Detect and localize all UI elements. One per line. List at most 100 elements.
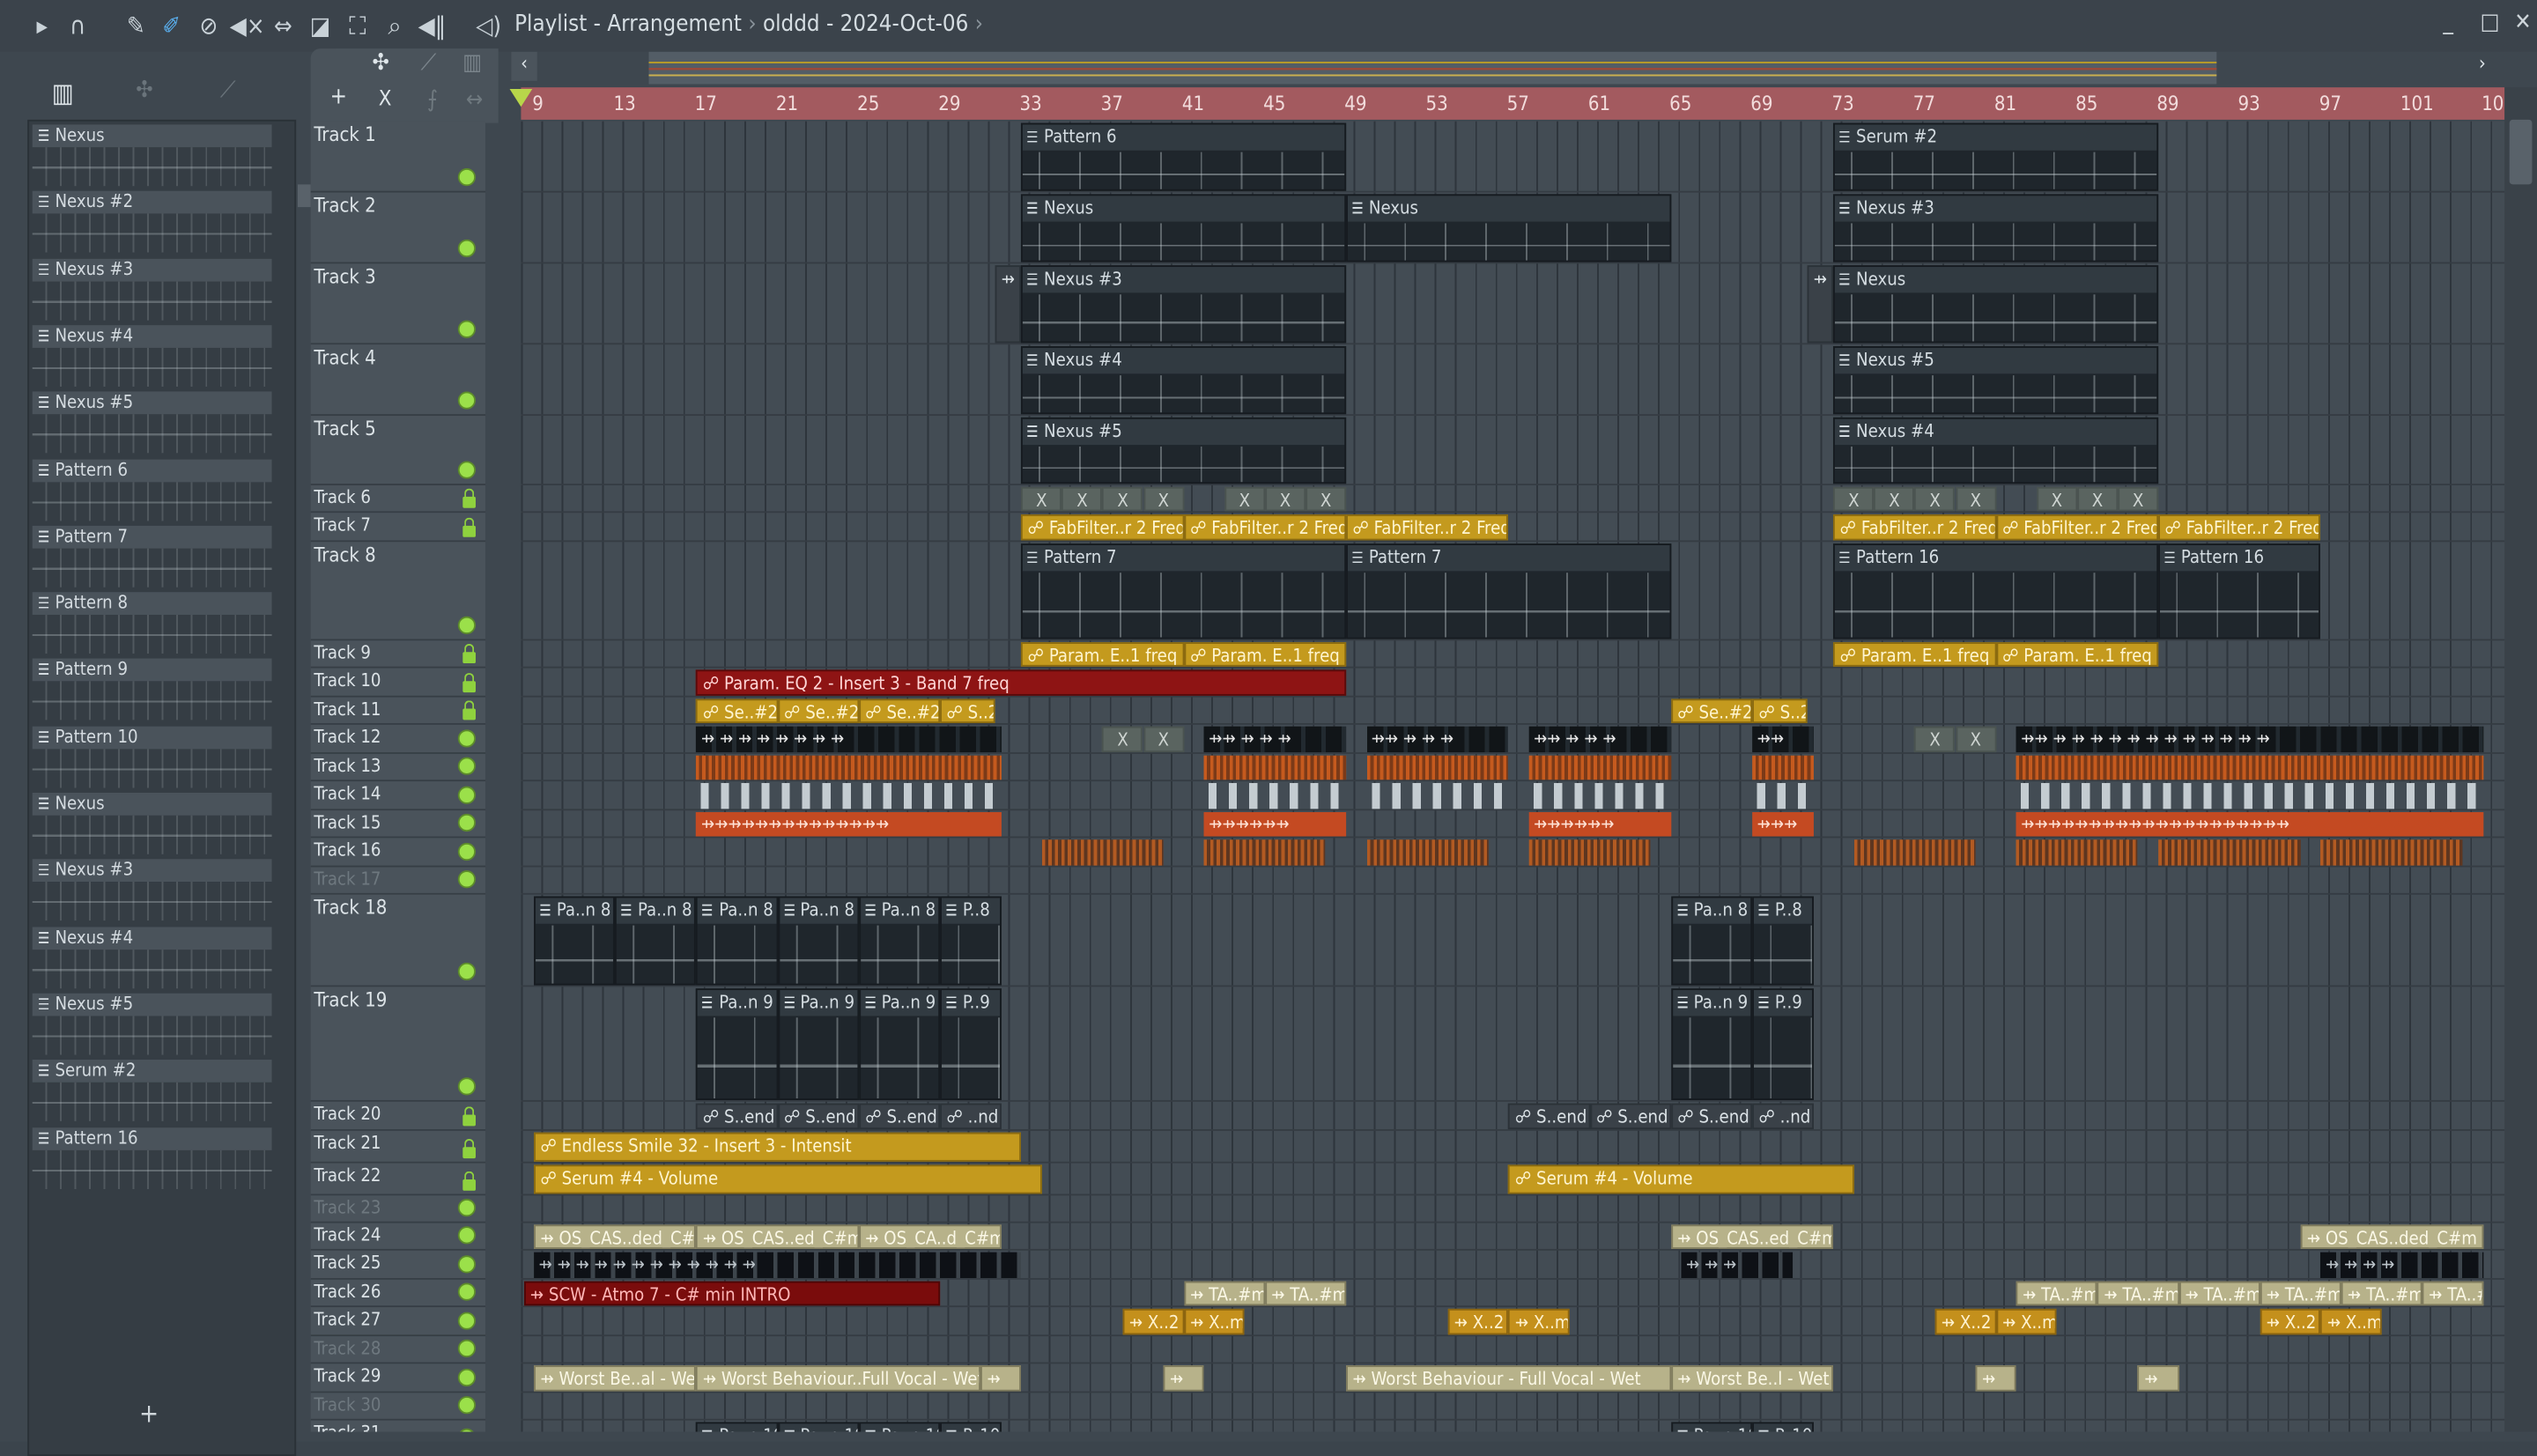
clip-ghost[interactable]: X — [2076, 486, 2119, 512]
clip-audio[interactable]: ⇸ TA..#m — [2422, 1281, 2483, 1306]
picker-item[interactable]: Pattern 9 — [32, 659, 272, 723]
clip-pattern[interactable]: Pa..n 8 — [696, 896, 778, 986]
vertical-scrollbar[interactable] — [2504, 87, 2537, 1432]
clip-orange[interactable] — [1203, 755, 1347, 780]
clip-auto[interactable]: ☍ Param. E..1 freq — [1183, 642, 1347, 667]
clip-hits[interactable]: ⇸ ⇸ ⇸ ⇸ ⇸ ⇸ ⇸ ⇸ — [696, 726, 1002, 753]
clip-pattern[interactable]: P..8 — [940, 896, 1002, 986]
clip-auto[interactable]: ☍ FabFilter..r 2 Freq — [1833, 514, 1996, 541]
clip-ghost[interactable]: X — [1914, 726, 1956, 753]
track-enable-led[interactable] — [457, 461, 476, 479]
clip-redhits[interactable]: ⇸⇸⇸⇸⇸⇸⇸⇸⇸⇸⇸⇸⇸⇸⇸⇸⇸⇸⇸⇸ — [2016, 812, 2483, 837]
picker-item[interactable]: Nexus #3 — [32, 859, 272, 924]
clip-pills[interactable] — [696, 782, 1002, 809]
picker-item[interactable]: Pattern 10 — [32, 726, 272, 790]
clip-stripe[interactable] — [1528, 839, 1651, 866]
track-header[interactable]: Track 7 — [310, 513, 486, 543]
stretch-icon[interactable]: ↔ — [466, 87, 483, 113]
scrollbar-thumb[interactable] — [2509, 119, 2533, 185]
clip-pattern[interactable]: Pa..n 10 — [777, 1422, 859, 1432]
clip-audiogold[interactable]: ⇸ X..m — [1508, 1308, 1570, 1335]
clip-pattern[interactable]: Pattern 7 — [1346, 543, 1671, 639]
audio-wave-icon[interactable]: ✣ — [372, 50, 388, 76]
track-enable-led[interactable] — [457, 1368, 476, 1387]
clip-auto[interactable]: ☍ Param. E..1 freq — [1833, 642, 1996, 667]
clip-pattern[interactable]: Pa..n 8 — [777, 896, 859, 986]
track-enable-led[interactable] — [457, 757, 476, 775]
clip-slice[interactable]: ☍ ..nd — [1752, 1103, 1814, 1130]
track-enable-led[interactable] — [457, 391, 476, 410]
picker-item[interactable]: Pattern 6 — [32, 458, 272, 523]
clip-redhits[interactable]: ⇸⇸⇸ — [1752, 812, 1814, 837]
paint-brush-icon[interactable]: ✐ — [155, 11, 188, 41]
picker-item[interactable]: Nexus #5 — [32, 993, 272, 1058]
clip-redhits[interactable]: ⇸⇸⇸⇸⇸⇸⇸⇸⇸⇸⇸⇸⇸⇸ — [696, 812, 1002, 837]
clip-audiogold[interactable]: ⇸ X..2 — [2260, 1308, 2321, 1335]
track-header[interactable]: Track 29 — [310, 1364, 486, 1393]
track-header[interactable]: Track 30 — [310, 1393, 486, 1421]
track-header[interactable]: Track 6 — [310, 485, 486, 514]
clip-audiogold[interactable]: ⇸ X..2 — [1934, 1308, 1996, 1335]
track-header[interactable]: Track 16 — [310, 838, 486, 868]
pencil-icon[interactable]: ✎ — [120, 11, 152, 41]
playback-icon[interactable]: ◀‖ — [416, 11, 448, 41]
add-button[interactable]: + — [139, 1398, 159, 1429]
clip-audio[interactable]: ⇸ Worst Be..l - Wet — [1670, 1365, 1834, 1392]
mute-icon[interactable]: ◀× — [230, 11, 265, 41]
track-header[interactable]: Track 19 — [310, 987, 486, 1102]
maximize-button[interactable]: □ — [2481, 10, 2500, 35]
clip-hits[interactable]: ⇸⇸ — [1752, 726, 1814, 753]
clip-ghost[interactable]: X — [1102, 486, 1143, 512]
picker-item[interactable]: Pattern 7 — [32, 525, 272, 590]
minimize-button[interactable]: _ — [2443, 10, 2453, 35]
clip-audiored[interactable]: ⇸ SCW - Atmo 7 - C# min INTRO — [523, 1281, 941, 1306]
clip-slice[interactable]: ☍ S..end — [1589, 1103, 1671, 1130]
clip-ghost[interactable]: X — [1143, 726, 1184, 753]
clip-orange[interactable] — [2016, 755, 2483, 780]
clip-auto[interactable]: ☍ FabFilter..r 2 Freq — [1183, 514, 1347, 541]
clip-auto[interactable]: ☍ FabFilter..r 2 Freq — [2158, 514, 2321, 541]
clip-pattern[interactable]: Nexus #3 — [1021, 265, 1347, 344]
clip-pattern[interactable]: Pa..n 9 — [777, 988, 859, 1100]
track-enable-led[interactable] — [457, 1428, 476, 1432]
clip-audio[interactable]: ⇸ Worst Be..al - Wet — [534, 1365, 697, 1392]
track-lock-icon[interactable] — [462, 517, 476, 537]
clip-orange[interactable] — [1752, 755, 1814, 780]
clip-audio[interactable]: ⇸ OS_CA..d_C#m — [858, 1224, 1002, 1249]
track-header[interactable]: Track 20 — [310, 1101, 486, 1131]
track-header[interactable]: Track 11 — [310, 697, 486, 725]
timeline-ruler[interactable]: 9 13 17 21 25 29 33 37 41 45 49 53 57 61 65 69 73 77 81 85 8… — [521, 87, 2505, 120]
clip-auto[interactable]: ☍ Param. E..1 freq — [1021, 642, 1184, 667]
track-header[interactable]: Track 24 — [310, 1223, 486, 1251]
clip-audio[interactable]: ⇸ TA..#m — [2260, 1281, 2341, 1306]
speaker-icon[interactable]: ◁) — [472, 11, 505, 41]
track-header[interactable]: Track 27 — [310, 1307, 486, 1337]
track-header[interactable]: Track 26 — [310, 1279, 486, 1308]
clip-pattern[interactable]: Pa..n 10 — [1670, 1422, 1753, 1432]
clip-audio[interactable]: ⇸ OS_CAS..ded_C#m — [2300, 1224, 2483, 1249]
track-header[interactable]: Track 2 — [310, 192, 486, 264]
track-enable-led[interactable] — [457, 842, 476, 861]
track-header[interactable]: Track 22 — [310, 1163, 486, 1196]
clip-ghost[interactable]: X — [1955, 486, 1996, 512]
clip-blackaud[interactable]: ⇸ ⇸ ⇸ ⇸ — [2320, 1252, 2483, 1278]
track-header[interactable]: Track 28 — [310, 1336, 486, 1364]
clip-pattern[interactable]: Pa..n 9 — [1670, 988, 1753, 1100]
track-lock-icon[interactable] — [462, 644, 476, 664]
track-header[interactable]: Track 14 — [310, 781, 486, 811]
track-enable-led[interactable] — [457, 1255, 476, 1274]
track-header[interactable]: Track 25 — [310, 1250, 486, 1280]
clip-audio[interactable]: ⇸ OS_CAS..ded_C#m — [534, 1224, 697, 1249]
track-header[interactable]: Track 31 — [310, 1420, 486, 1432]
clip-blackaud[interactable]: ⇸ ⇸ ⇸ — [1681, 1252, 1794, 1278]
clip-stripe[interactable] — [2016, 839, 2139, 866]
clip-pills[interactable] — [2016, 782, 2483, 809]
automation-icon[interactable]: ⟋ — [421, 50, 437, 76]
picker-item[interactable]: Nexus #5 — [32, 391, 272, 456]
clip-pattern[interactable]: Pa..n 9 — [858, 988, 941, 1100]
clip-blackaud[interactable]: ⇸ ⇸ ⇸ ⇸ ⇸ ⇸ ⇸ ⇸ ⇸ ⇸ ⇸ ⇸ — [534, 1252, 1022, 1278]
clip-ghost[interactable]: X — [1264, 486, 1306, 512]
clip-pattern[interactable]: Pattern 16 — [1833, 543, 2159, 639]
clip-slice[interactable]: ⇸ — [995, 265, 1022, 344]
clip-pattern[interactable]: Pa..n 8 — [1670, 896, 1753, 986]
